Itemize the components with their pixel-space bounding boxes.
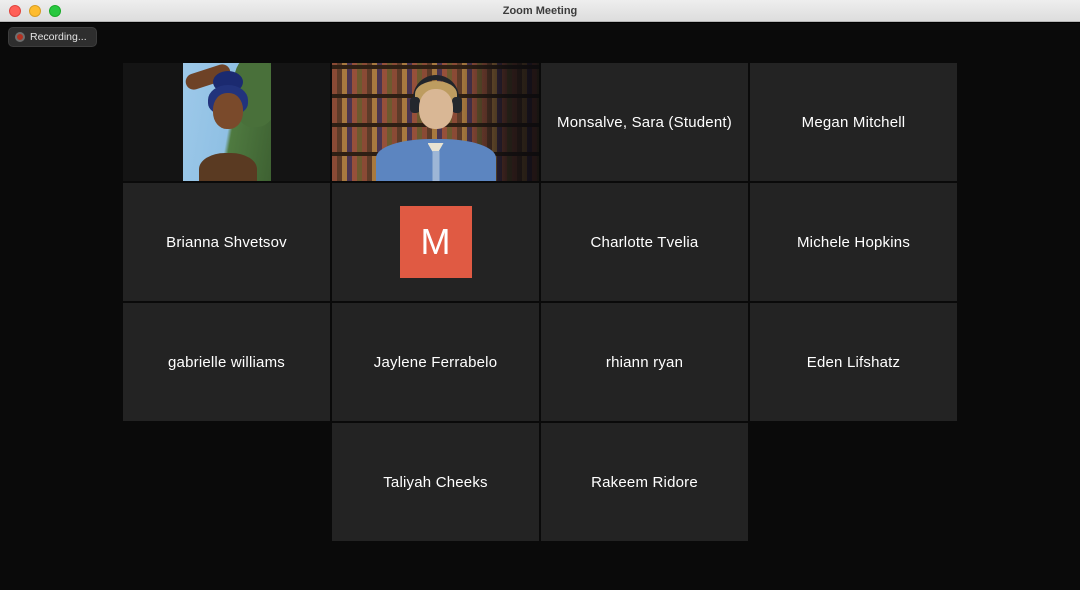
recording-label: Recording... (30, 31, 87, 43)
participant-name: Monsalve, Sara (Student) (549, 114, 740, 131)
gallery-row: Monsalve, Sara (Student) Megan Mitchell (123, 63, 957, 181)
participant-tile[interactable]: Eden Lifshatz (750, 303, 957, 421)
participant-tile[interactable]: Charlotte Tvelia (541, 183, 748, 301)
participant-tile-video-2-active-speaker[interactable] (332, 63, 539, 181)
participant-tile[interactable]: Taliyah Cheeks (332, 423, 539, 541)
participant-tile-video-1[interactable] (123, 63, 330, 181)
participant-name: Eden Lifshatz (799, 354, 909, 371)
meeting-stage: Recording... (0, 23, 1080, 590)
window-titlebar: Zoom Meeting (0, 0, 1080, 22)
gallery-row: Brianna Shvetsov M Charlotte Tvelia Mich… (123, 183, 957, 301)
recording-badge[interactable]: Recording... (8, 27, 97, 47)
participant-tile[interactable]: Rakeem Ridore (541, 423, 748, 541)
window-title: Zoom Meeting (0, 0, 1080, 22)
participant-tile[interactable]: Monsalve, Sara (Student) (541, 63, 748, 181)
recording-dot-icon (15, 32, 25, 42)
participant-name: Charlotte Tvelia (583, 234, 707, 251)
participant-tile[interactable]: rhiann ryan (541, 303, 748, 421)
participant-name: gabrielle williams (160, 354, 293, 371)
participant-tile-avatar[interactable]: M (332, 183, 539, 301)
avatar: M (400, 206, 472, 278)
video-feed (123, 63, 330, 181)
participant-tile[interactable]: Jaylene Ferrabelo (332, 303, 539, 421)
video-feed (332, 63, 539, 181)
participant-name: Michele Hopkins (789, 234, 918, 251)
participant-name: Megan Mitchell (794, 114, 914, 131)
participant-name: Taliyah Cheeks (375, 474, 496, 491)
participant-name: Rakeem Ridore (583, 474, 706, 491)
participant-tile[interactable]: gabrielle williams (123, 303, 330, 421)
participant-tile[interactable]: Megan Mitchell (750, 63, 957, 181)
gallery-row: Taliyah Cheeks Rakeem Ridore (123, 423, 957, 541)
participant-name: rhiann ryan (598, 354, 691, 371)
participant-gallery: Monsalve, Sara (Student) Megan Mitchell … (123, 63, 957, 541)
participant-tile[interactable]: Brianna Shvetsov (123, 183, 330, 301)
gallery-row: gabrielle williams Jaylene Ferrabelo rhi… (123, 303, 957, 421)
participant-name: Brianna Shvetsov (158, 234, 295, 251)
participant-tile[interactable]: Michele Hopkins (750, 183, 957, 301)
participant-name: Jaylene Ferrabelo (366, 354, 505, 371)
avatar-letter: M (421, 221, 451, 263)
